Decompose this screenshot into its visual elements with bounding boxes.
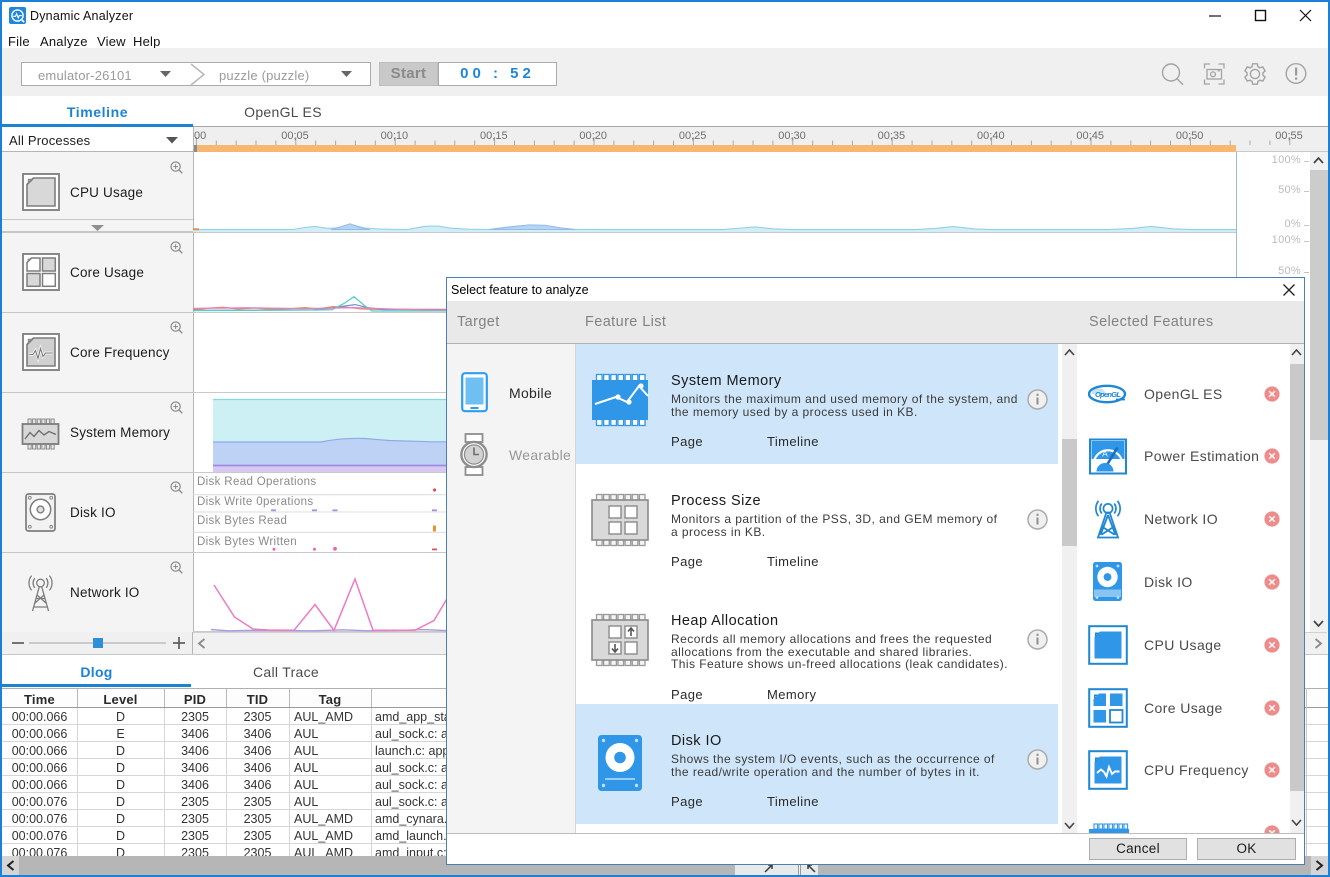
svg-text:OpenGL: OpenGL: [1095, 390, 1121, 399]
svg-text:A: A: [1102, 449, 1108, 459]
